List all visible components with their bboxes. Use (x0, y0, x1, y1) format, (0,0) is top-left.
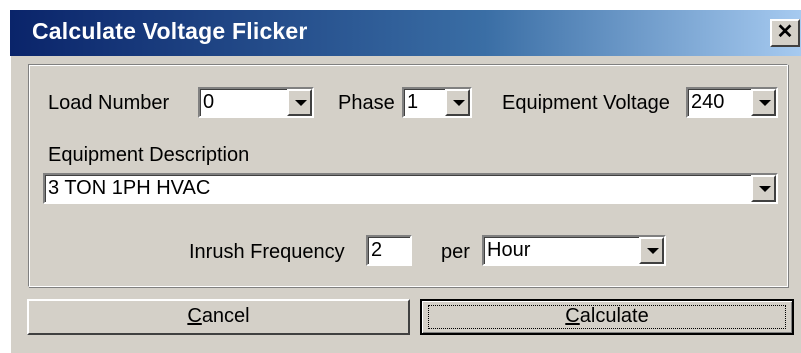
title-bar[interactable]: Calculate Voltage Flicker ✕ (10, 10, 801, 56)
inrush-frequency-label: Inrush Frequency (189, 241, 345, 263)
equipment-voltage-value: 240 (691, 91, 725, 113)
chevron-down-icon[interactable] (639, 237, 664, 264)
chevron-down-icon[interactable] (751, 175, 776, 202)
phase-select[interactable]: 1 (402, 87, 472, 118)
per-label: per (441, 241, 470, 263)
calculate-voltage-flicker-dialog: Calculate Voltage Flicker ✕ Load Number … (10, 10, 801, 353)
close-button[interactable]: ✕ (770, 19, 800, 47)
equipment-voltage-label: Equipment Voltage (502, 92, 670, 114)
load-number-select[interactable]: 0 (198, 87, 314, 118)
chevron-down-icon[interactable] (287, 89, 312, 116)
cancel-button-label: Cancel (187, 305, 250, 327)
calculate-button[interactable]: Calculate (420, 299, 794, 335)
chevron-down-icon[interactable] (445, 89, 470, 116)
equipment-description-value: 3 TON 1PH HVAC (48, 177, 211, 199)
equipment-description-label: Equipment Description (48, 144, 250, 166)
inrush-frequency-value: 2 (371, 239, 383, 261)
window-title: Calculate Voltage Flicker (32, 18, 308, 44)
phase-value: 1 (407, 91, 419, 113)
calculate-button-label: Calculate (565, 305, 649, 327)
phase-label: Phase (338, 92, 395, 114)
frequency-unit-value: Hour (487, 239, 531, 261)
load-number-value: 0 (203, 91, 215, 113)
load-number-label: Load Number (48, 92, 170, 114)
cancel-button[interactable]: Cancel (27, 299, 410, 335)
close-icon: ✕ (776, 21, 794, 43)
frequency-unit-select[interactable]: Hour (482, 235, 666, 266)
equipment-voltage-select[interactable]: 240 (686, 87, 778, 118)
chevron-down-icon[interactable] (751, 89, 776, 116)
equipment-description-select[interactable]: 3 TON 1PH HVAC (43, 173, 778, 204)
inrush-frequency-input[interactable]: 2 (366, 235, 412, 266)
